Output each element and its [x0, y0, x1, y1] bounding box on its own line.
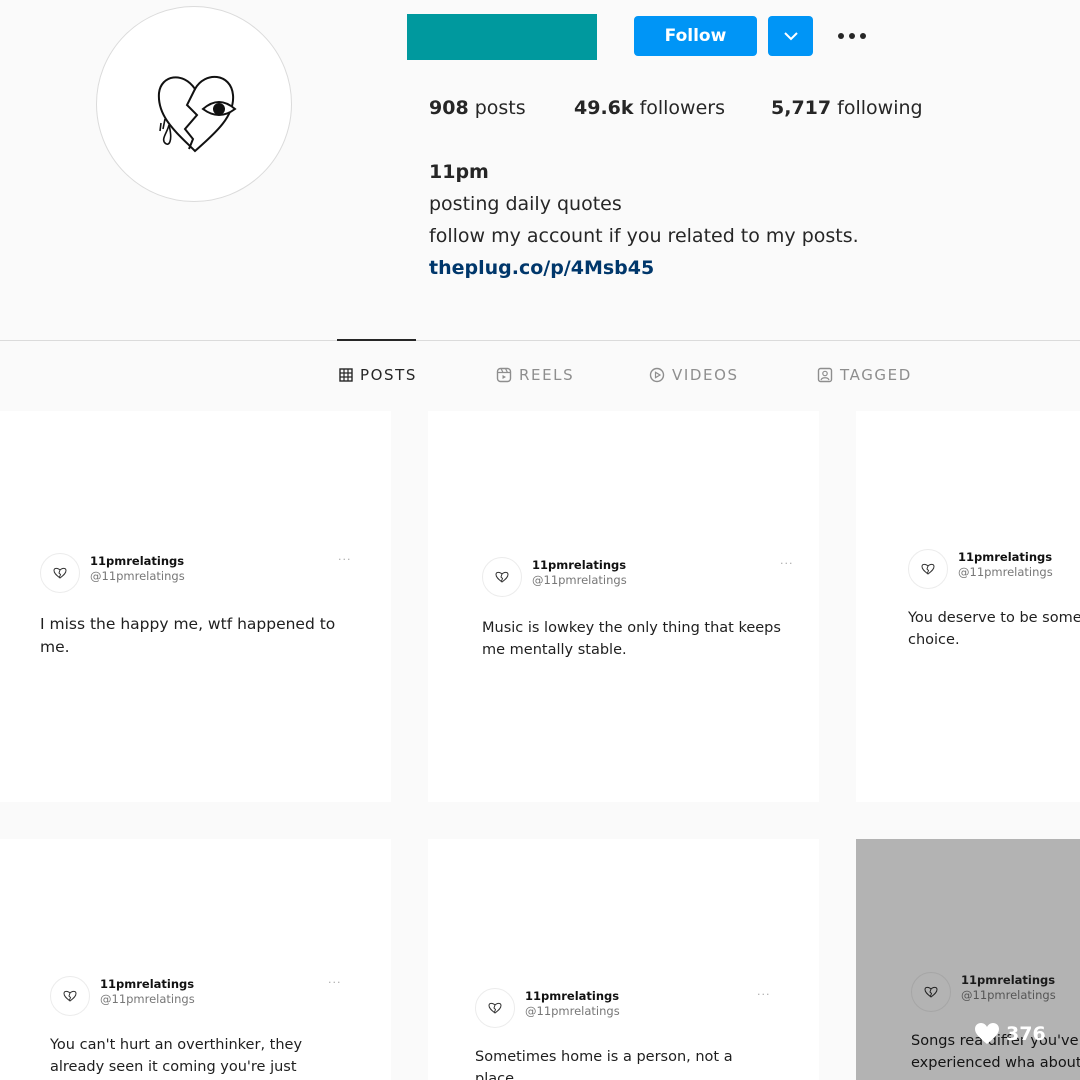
heart-icon — [975, 1023, 999, 1044]
tab-label: REELS — [519, 366, 575, 384]
broken-heart-icon — [921, 563, 935, 575]
avatar — [908, 549, 948, 589]
following-count: 5,717 — [771, 97, 832, 119]
tweet-author-handle: @11pmrelatings — [90, 569, 185, 583]
profile-name: 11pm — [429, 161, 489, 183]
broken-heart-eye-icon — [157, 75, 237, 153]
tweet-more-icon: ··· — [780, 557, 794, 570]
tab-label: VIDEOS — [672, 366, 739, 384]
tweet-more-icon: ··· — [338, 553, 352, 566]
post-tile[interactable]: 11pmrelatings @11pmrelatings ··· Music i… — [428, 411, 819, 802]
tweet-text: You deserve to be some choice. — [908, 610, 1080, 648]
avatar — [911, 972, 951, 1012]
bio-line: posting daily quotes — [429, 193, 622, 215]
tweet-author-name: 11pmrelatings — [532, 558, 627, 572]
suggestions-dropdown-button[interactable] — [768, 16, 813, 56]
tab-videos[interactable]: VIDEOS — [649, 366, 739, 384]
broken-heart-icon — [63, 990, 77, 1002]
bio-link[interactable]: theplug.co/p/4Msb45 — [429, 252, 859, 284]
tab-label: POSTS — [360, 366, 418, 384]
posts-count: 908 — [429, 97, 469, 119]
tweet-more-icon: ··· — [328, 976, 342, 989]
tweet-author-handle: @11pmrelatings — [958, 565, 1053, 579]
username-redacted — [407, 14, 597, 60]
post-tile[interactable]: 11pmrelatings @11pmrelatings ··· You can… — [0, 839, 391, 1080]
tweet-author-handle: @11pmrelatings — [100, 992, 195, 1006]
tweet-more-icon: ··· — [757, 988, 771, 1001]
profile-bio: 11pm posting daily quotes follow my acco… — [429, 156, 859, 284]
tagged-icon — [817, 367, 833, 383]
tweet-text: I miss the happy me, wtf happened to me. — [40, 615, 336, 656]
post-tile-hovered[interactable]: 11pmrelatings @11pmrelatings Songs rea d… — [856, 839, 1080, 1080]
broken-heart-icon — [924, 986, 938, 998]
tab-posts[interactable]: POSTS — [339, 366, 417, 384]
reels-icon — [496, 367, 512, 383]
active-tab-indicator — [337, 339, 416, 341]
posts-stat: 908 posts — [429, 97, 526, 119]
chevron-down-icon — [783, 32, 798, 41]
tweet-author-handle: @11pmrelatings — [961, 988, 1056, 1002]
tweet-author-name: 11pmrelatings — [525, 989, 620, 1003]
followers-stat[interactable]: 49.6k followers — [574, 97, 725, 119]
play-circle-icon — [649, 367, 665, 383]
tweet-author-name: 11pmrelatings — [90, 554, 185, 568]
following-stat[interactable]: 5,717 following — [771, 97, 923, 119]
broken-heart-icon — [488, 1002, 502, 1014]
tweet-author-handle: @11pmrelatings — [525, 1004, 620, 1018]
avatar — [50, 976, 90, 1016]
tabs-divider — [0, 340, 1080, 341]
tab-reels[interactable]: REELS — [496, 366, 574, 384]
hover-like-count: 376 — [974, 1022, 1046, 1046]
tweet-author-handle: @11pmrelatings — [532, 573, 627, 587]
tweet-author-name: 11pmrelatings — [958, 550, 1053, 564]
profile-avatar[interactable] — [96, 6, 292, 202]
tab-label: TAGGED — [840, 366, 912, 384]
like-count: 376 — [1006, 1023, 1046, 1045]
grid-icon — [339, 368, 353, 382]
broken-heart-icon — [53, 567, 67, 579]
avatar — [40, 553, 80, 593]
post-tile[interactable]: 11pmrelatings @11pmrelatings ··· I miss … — [0, 411, 391, 802]
avatar — [475, 988, 515, 1028]
ellipsis-icon — [838, 33, 866, 39]
post-tile[interactable]: 11pmrelatings @11pmrelatings ··· Sometim… — [428, 839, 819, 1080]
tweet-author-name: 11pmrelatings — [961, 973, 1056, 987]
tweet-text: Sometimes home is a person, not a place. — [475, 1049, 733, 1080]
post-tile[interactable]: 11pmrelatings @11pmrelatings You deserve… — [856, 411, 1080, 802]
follow-button[interactable]: Follow — [634, 16, 757, 56]
more-options-button[interactable] — [832, 22, 872, 50]
tweet-text: Music is lowkey the only thing that keep… — [482, 620, 781, 658]
posts-label: posts — [474, 97, 526, 119]
broken-heart-icon — [495, 571, 509, 583]
followers-count: 49.6k — [574, 97, 634, 119]
followers-label: followers — [639, 97, 725, 119]
avatar — [482, 557, 522, 597]
following-label: following — [837, 97, 923, 119]
tweet-text: You can't hurt an overthinker, they alre… — [50, 1037, 303, 1075]
tab-tagged[interactable]: TAGGED — [817, 366, 912, 384]
tweet-author-name: 11pmrelatings — [100, 977, 195, 991]
bio-line: follow my account if you related to my p… — [429, 225, 859, 247]
